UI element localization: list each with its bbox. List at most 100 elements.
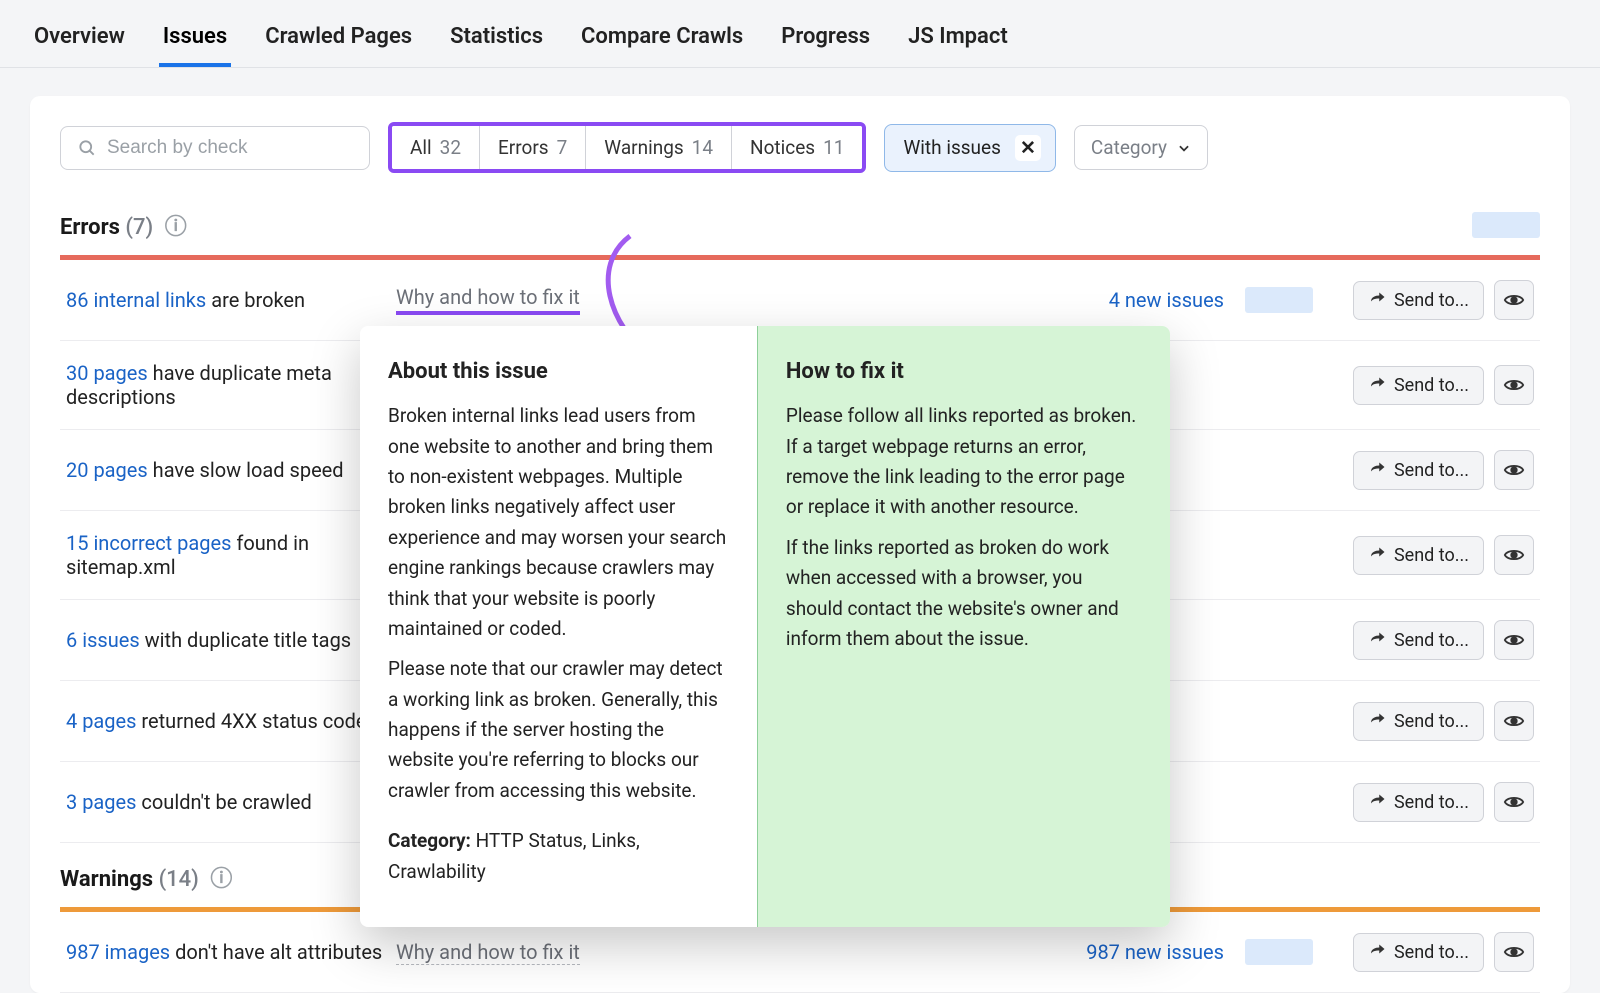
row-actions: Send to... <box>1334 620 1534 660</box>
filter-all-label: All <box>410 136 432 159</box>
row-actions: Send to... <box>1334 701 1534 741</box>
eye-icon <box>1503 629 1525 651</box>
issue-link[interactable]: 15 incorrect pages <box>66 531 231 555</box>
view-button[interactable] <box>1494 932 1534 972</box>
tab-compare-crawls[interactable]: Compare Crawls <box>577 10 747 67</box>
eye-icon <box>1503 941 1525 963</box>
popover-fix-column: How to fix it Please follow all links re… <box>757 326 1170 927</box>
send-to-button[interactable]: Send to... <box>1353 536 1484 575</box>
row-sparkline <box>1245 939 1313 965</box>
filter-warnings[interactable]: Warnings 14 <box>586 126 732 169</box>
chip-label: With issues <box>903 136 1000 159</box>
view-button[interactable] <box>1494 535 1534 575</box>
issue-link[interactable]: 20 pages <box>66 458 148 482</box>
new-issues-count[interactable]: 4 new issues <box>1024 288 1224 312</box>
issue-rest-text: don't have alt attributes <box>170 940 382 964</box>
popover-about-p2: Please note that our crawler may detect … <box>388 654 729 806</box>
info-icon[interactable]: ⓘ <box>165 215 187 240</box>
issue-link[interactable]: 987 images <box>66 940 170 964</box>
warnings-title-text: Warnings <box>60 867 153 892</box>
search-icon <box>77 138 97 158</box>
send-to-button[interactable]: Send to... <box>1353 702 1484 741</box>
toolbar: All 32 Errors 7 Warnings 14 Notices 11 W… <box>30 96 1570 191</box>
top-nav: Overview Issues Crawled Pages Statistics… <box>0 0 1600 68</box>
filter-all[interactable]: All 32 <box>392 126 480 169</box>
why-and-how-link[interactable]: Why and how to fix it <box>396 285 580 315</box>
issue-description[interactable]: 987 images don't have alt attributes <box>66 940 386 964</box>
filter-notices[interactable]: Notices 11 <box>732 126 862 169</box>
with-issues-chip[interactable]: With issues ✕ <box>884 124 1055 172</box>
share-arrow-icon <box>1368 546 1386 564</box>
why-and-how-link[interactable]: Why and how to fix it <box>396 940 580 965</box>
row-sparkline <box>1245 287 1313 313</box>
chip-close-icon[interactable]: ✕ <box>1015 135 1041 161</box>
send-to-button[interactable]: Send to... <box>1353 621 1484 660</box>
tab-progress[interactable]: Progress <box>777 10 874 67</box>
search-input-wrapper[interactable] <box>60 126 370 170</box>
info-icon[interactable]: ⓘ <box>210 867 232 892</box>
issue-description[interactable]: 30 pages have duplicate meta description… <box>66 361 386 409</box>
category-label: Category <box>1091 136 1167 159</box>
issue-link[interactable]: 30 pages <box>66 361 148 385</box>
view-button[interactable] <box>1494 365 1534 405</box>
row-actions: Send to... <box>1334 782 1534 822</box>
row-actions: Send to... <box>1334 535 1534 575</box>
view-button[interactable] <box>1494 450 1534 490</box>
issue-link[interactable]: 6 issues <box>66 628 140 652</box>
row-actions: Send to... <box>1334 932 1534 972</box>
row-sparkline-cell <box>1234 939 1324 965</box>
issue-link[interactable]: 3 pages <box>66 790 136 814</box>
tab-issues[interactable]: Issues <box>159 10 231 67</box>
row-actions: Send to... <box>1334 280 1534 320</box>
issue-description[interactable]: 15 incorrect pages found in sitemap.xml <box>66 531 386 579</box>
errors-header: Errors (7) ⓘ <box>30 191 1570 255</box>
issues-panel: All 32 Errors 7 Warnings 14 Notices 11 W… <box>30 96 1570 993</box>
tab-crawled-pages[interactable]: Crawled Pages <box>261 10 416 67</box>
tab-overview[interactable]: Overview <box>30 10 129 67</box>
send-to-button[interactable]: Send to... <box>1353 366 1484 405</box>
popover-category: Category: HTTP Status, Links, Crawlabili… <box>388 826 729 887</box>
issue-description[interactable]: 3 pages couldn't be crawled <box>66 790 386 814</box>
issue-rest-text: with duplicate title tags <box>140 628 351 652</box>
popover-about-title: About this issue <box>388 354 729 389</box>
issue-link[interactable]: 4 pages <box>66 709 136 733</box>
eye-icon <box>1503 544 1525 566</box>
issue-description[interactable]: 6 issues with duplicate title tags <box>66 628 386 652</box>
send-to-button[interactable]: Send to... <box>1353 451 1484 490</box>
filter-notices-label: Notices <box>750 136 815 159</box>
issue-link[interactable]: 86 internal links <box>66 288 206 312</box>
eye-icon <box>1503 710 1525 732</box>
view-button[interactable] <box>1494 782 1534 822</box>
eye-icon <box>1503 289 1525 311</box>
category-dropdown[interactable]: Category <box>1074 125 1208 170</box>
filter-errors-label: Errors <box>498 136 549 159</box>
filter-errors[interactable]: Errors 7 <box>480 126 586 169</box>
issue-rest-text: have slow load speed <box>148 458 344 482</box>
send-to-button[interactable]: Send to... <box>1353 783 1484 822</box>
share-arrow-icon <box>1368 631 1386 649</box>
search-input[interactable] <box>107 137 353 159</box>
issue-help-popover: About this issue Broken internal links l… <box>360 326 1170 927</box>
chevron-down-icon <box>1177 141 1191 155</box>
tab-js-impact[interactable]: JS Impact <box>904 10 1012 67</box>
issue-description[interactable]: 86 internal links are broken <box>66 288 386 312</box>
tab-statistics[interactable]: Statistics <box>446 10 547 67</box>
share-arrow-icon <box>1368 943 1386 961</box>
view-button[interactable] <box>1494 620 1534 660</box>
filter-all-count: 32 <box>440 136 461 159</box>
errors-title-text: Errors <box>60 215 120 240</box>
eye-icon <box>1503 791 1525 813</box>
issue-rest-text: are broken <box>206 288 305 312</box>
filter-errors-count: 7 <box>557 136 568 159</box>
share-arrow-icon <box>1368 793 1386 811</box>
view-button[interactable] <box>1494 280 1534 320</box>
issue-description[interactable]: 20 pages have slow load speed <box>66 458 386 482</box>
issue-description[interactable]: 4 pages returned 4XX status code <box>66 709 386 733</box>
eye-icon <box>1503 459 1525 481</box>
eye-icon <box>1503 374 1525 396</box>
send-to-button[interactable]: Send to... <box>1353 281 1484 320</box>
errors-count: (7) <box>125 215 153 240</box>
view-button[interactable] <box>1494 701 1534 741</box>
row-actions: Send to... <box>1334 365 1534 405</box>
new-issues-count[interactable]: 987 new issues <box>1024 940 1224 964</box>
